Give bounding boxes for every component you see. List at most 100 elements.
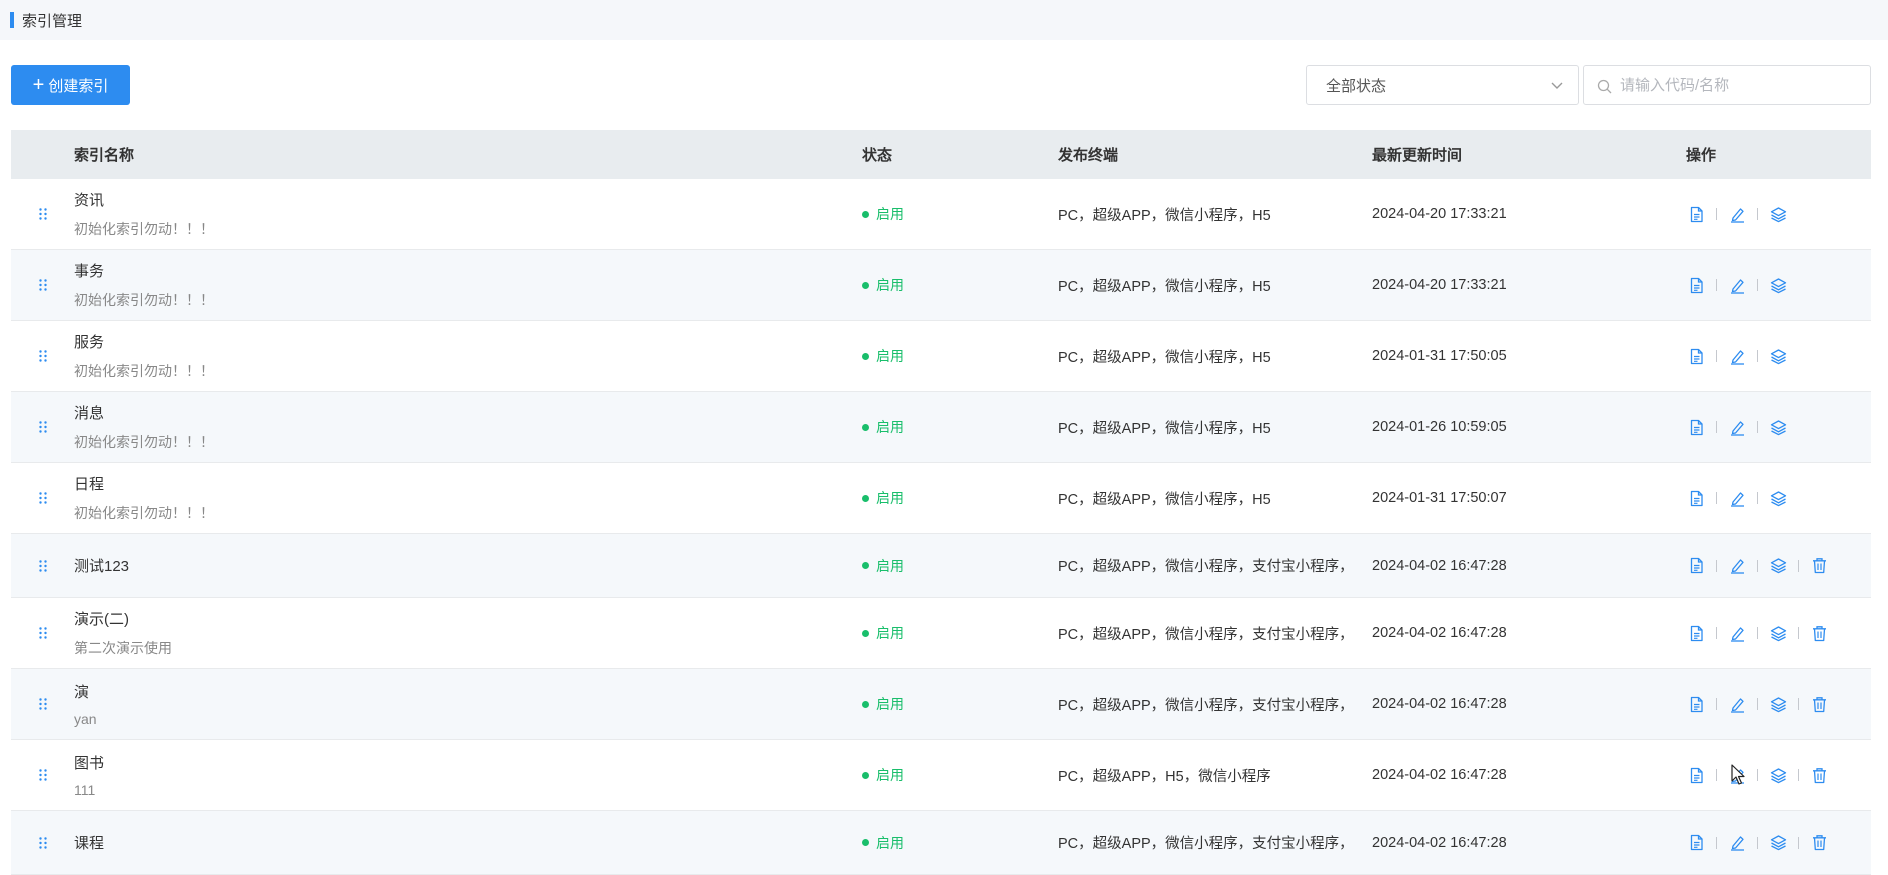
action-divider — [1757, 208, 1758, 220]
drag-handle[interactable] — [11, 349, 74, 363]
create-index-label: 创建索引 — [48, 77, 109, 95]
table-row: 资讯 初始化索引勿动！！！ 启用 PC，超级APP，微信小程序，H5 2024-04-2… — [11, 179, 1871, 250]
layers-icon — [1770, 277, 1787, 294]
drag-handle[interactable] — [11, 559, 74, 573]
status-text: 启用 — [876, 625, 904, 641]
layers-button[interactable] — [1768, 833, 1788, 853]
delete-button[interactable] — [1809, 694, 1829, 714]
header-actions: 操作 — [1686, 147, 1717, 164]
layers-button[interactable] — [1768, 275, 1788, 295]
delete-button[interactable] — [1809, 623, 1829, 643]
actions-cell — [1686, 204, 1871, 224]
name-cell: 资讯 初始化索引勿动！！！ — [74, 189, 862, 239]
edit-icon — [1729, 834, 1746, 851]
drag-handle[interactable] — [11, 278, 74, 292]
view-button[interactable] — [1686, 346, 1706, 366]
view-button[interactable] — [1686, 204, 1706, 224]
status-cell: 启用 — [862, 623, 1058, 643]
edit-button[interactable] — [1727, 275, 1747, 295]
index-description: 初始化索引勿动！！！ — [74, 221, 214, 237]
drag-handle[interactable] — [11, 626, 74, 640]
index-table: 索引名称 状态 发布终端 最新更新时间 操作 资讯 初始化索引勿动！！！ 启用 PC，… — [11, 130, 1871, 875]
drag-handle[interactable] — [11, 420, 74, 434]
layers-button[interactable] — [1768, 556, 1788, 576]
index-description: 初始化索引勿动！！！ — [74, 505, 214, 521]
edit-button[interactable] — [1727, 204, 1747, 224]
name-cell: 日程初始化索引勿动！！！ — [74, 473, 862, 523]
drag-handle-icon — [38, 697, 48, 711]
edit-button[interactable] — [1727, 488, 1747, 508]
layers-button[interactable] — [1768, 417, 1788, 437]
status-select[interactable]: 全部状态 — [1306, 65, 1579, 105]
index-description: 初始化索引勿动！！！ — [74, 363, 214, 379]
status-select-value: 全部状态 — [1326, 77, 1387, 95]
drag-handle[interactable] — [11, 491, 74, 505]
view-button[interactable] — [1686, 623, 1706, 643]
delete-button[interactable] — [1809, 765, 1829, 785]
terminals-cell: PC，超级APP，微信小程序，H5 — [1058, 207, 1271, 224]
search-box[interactable] — [1583, 65, 1871, 105]
drag-handle-icon — [38, 836, 48, 850]
view-button[interactable] — [1686, 556, 1706, 576]
edit-button[interactable] — [1727, 556, 1747, 576]
layers-button[interactable] — [1768, 765, 1788, 785]
edit-button[interactable] — [1727, 417, 1747, 437]
updated-cell: 2024-04-20 17:33:21 — [1372, 206, 1507, 222]
terminals-cell: PC，超级APP，微信小程序，H5 — [1058, 278, 1271, 295]
view-button[interactable] — [1686, 694, 1706, 714]
edit-button[interactable] — [1727, 623, 1747, 643]
status-cell: 启用 — [862, 204, 1058, 224]
page-title: 索引管理 — [22, 12, 83, 30]
status-cell: 启用 — [862, 417, 1058, 437]
edit-button[interactable] — [1727, 346, 1747, 366]
layers-icon — [1770, 206, 1787, 223]
terminals-cell: PC，超级APP，微信小程序，H5 — [1058, 420, 1271, 437]
terminals-cell: PC，超级APP，微信小程序，支付宝小程序， — [1058, 697, 1354, 714]
layers-button[interactable] — [1768, 204, 1788, 224]
action-divider — [1798, 559, 1799, 572]
layers-button[interactable] — [1768, 488, 1788, 508]
actions-cell — [1686, 833, 1871, 853]
search-input[interactable] — [1620, 76, 1860, 94]
drag-handle[interactable] — [11, 207, 74, 221]
drag-handle-icon — [38, 278, 48, 292]
layers-icon — [1770, 419, 1787, 436]
trash-icon — [1811, 696, 1828, 713]
updated-cell: 2024-01-26 10:59:05 — [1372, 419, 1507, 435]
layers-button[interactable] — [1768, 623, 1788, 643]
layers-button[interactable] — [1768, 694, 1788, 714]
status-cell: 启用 — [862, 488, 1058, 508]
edit-button[interactable] — [1727, 694, 1747, 714]
index-name: 日程 — [74, 476, 105, 493]
drag-handle[interactable] — [11, 697, 74, 711]
view-button[interactable] — [1686, 488, 1706, 508]
status-dot — [862, 700, 869, 708]
view-button[interactable] — [1686, 417, 1706, 437]
document-icon — [1688, 696, 1705, 713]
document-icon — [1688, 834, 1705, 851]
create-index-button[interactable]: + 创建索引 — [11, 65, 130, 105]
delete-button[interactable] — [1809, 833, 1829, 853]
action-divider — [1757, 492, 1758, 504]
table-row: 服务 初始化索引勿动！！！ 启用 PC，超级APP，微信小程序，H5 2024-01-3… — [11, 321, 1871, 392]
view-button[interactable] — [1686, 275, 1706, 295]
view-button[interactable] — [1686, 765, 1706, 785]
actions-cell — [1686, 488, 1871, 508]
index-name: 图书 — [74, 755, 105, 772]
edit-button[interactable] — [1727, 833, 1747, 853]
updated-cell: 2024-04-02 16:47:28 — [1372, 625, 1507, 641]
layers-icon — [1770, 625, 1787, 642]
plus-icon: + — [32, 74, 45, 96]
layers-button[interactable] — [1768, 346, 1788, 366]
action-divider — [1716, 627, 1717, 639]
actions-cell — [1686, 694, 1871, 714]
drag-handle[interactable] — [11, 768, 74, 782]
delete-button[interactable] — [1809, 556, 1829, 576]
view-button[interactable] — [1686, 833, 1706, 853]
index-description: 初始化索引勿动！！！ — [74, 292, 214, 308]
action-divider — [1716, 421, 1717, 433]
drag-handle[interactable] — [11, 836, 74, 850]
action-divider — [1716, 350, 1717, 362]
action-divider — [1716, 559, 1717, 572]
trash-icon — [1811, 834, 1828, 851]
